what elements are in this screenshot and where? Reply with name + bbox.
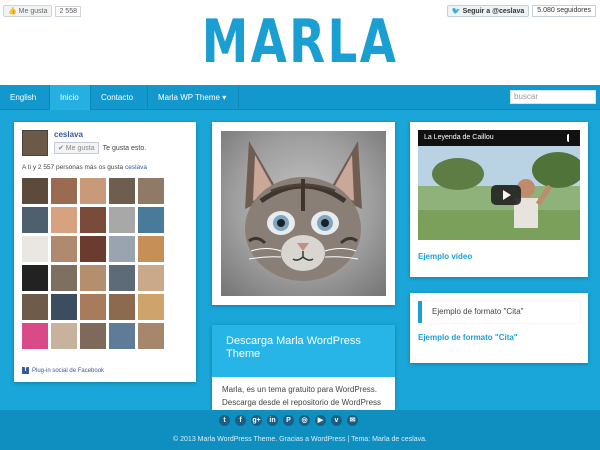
twitter-bird-icon: 🐦 [451, 8, 461, 15]
page-info: ceslava ✔ Me gusta Te gusta esto. [54, 130, 146, 156]
pinterest-icon[interactable]: P [283, 415, 294, 426]
search-input[interactable]: buscar [510, 90, 596, 104]
nav-item-english[interactable]: English [0, 85, 50, 110]
kitten-illustration [245, 141, 362, 281]
twitter-follower-count: 5.080 seguidores [532, 5, 596, 17]
twitter-icon[interactable]: t [219, 415, 230, 426]
fan-avatar[interactable] [51, 265, 77, 291]
top-header: 👍 Me gusta 2 558 MARLA 🐦 Seguir a @cesla… [0, 0, 600, 85]
fan-faces-grid [22, 178, 188, 349]
fan-avatar[interactable] [138, 323, 164, 349]
fan-avatar[interactable] [80, 294, 106, 320]
fan-avatar[interactable] [51, 323, 77, 349]
video-post-link[interactable]: Ejemplo vídeo [418, 252, 580, 261]
chevron-down-icon: ▾ [222, 93, 227, 102]
fan-avatar[interactable] [51, 207, 77, 233]
fan-avatar[interactable] [109, 294, 135, 320]
video-title[interactable]: La Leyenda de Caillou [424, 134, 494, 141]
facebook-like-box: ceslava ✔ Me gusta Te gusta esto. A ti y… [14, 122, 196, 382]
page-like-row: ✔ Me gusta Te gusta esto. [54, 142, 146, 154]
fan-count-link[interactable]: ceslava [125, 164, 147, 171]
facebook-icon: f [22, 367, 29, 374]
fan-avatar[interactable] [80, 178, 106, 204]
fan-avatar[interactable] [138, 236, 164, 262]
vimeo-icon[interactable]: v [331, 415, 342, 426]
page-avatar[interactable] [22, 130, 48, 156]
video-title-bar: La Leyenda de Caillou [418, 130, 580, 146]
video-post-card: La Leyenda de Caillou Ejemplo vídeo [410, 122, 588, 277]
google-plus-icon[interactable]: g+ [251, 415, 262, 426]
linkedin-icon[interactable]: in [267, 415, 278, 426]
main-navigation: English Inicio Contacto Marla WP Theme ▾… [0, 85, 600, 110]
page-like-button[interactable]: ✔ Me gusta [54, 142, 99, 154]
quote-post-card: Ejemplo de formato "Cita" Ejemplo de for… [410, 293, 588, 363]
plugin-label: Plug-in social de Facebook [32, 367, 105, 374]
fan-avatar[interactable] [22, 236, 48, 262]
youtube-icon[interactable]: ▶ [315, 415, 326, 426]
fan-avatar[interactable] [22, 178, 48, 204]
fan-avatar[interactable] [138, 207, 164, 233]
fan-avatar[interactable] [138, 265, 164, 291]
nav-item-contacto[interactable]: Contacto [91, 85, 148, 110]
thumbs-up-icon: 👍 [8, 8, 17, 15]
image-post-card[interactable] [212, 122, 395, 305]
fan-avatar[interactable] [80, 236, 106, 262]
fan-avatar[interactable] [109, 323, 135, 349]
fan-avatar[interactable] [109, 207, 135, 233]
twitter-follow-button[interactable]: 🐦 Seguir a @ceslava [446, 5, 530, 17]
instagram-icon[interactable]: ◎ [299, 415, 310, 426]
nav-item-marla-wp-theme[interactable]: Marla WP Theme ▾ [148, 85, 239, 110]
facebook-icon[interactable]: f [235, 415, 246, 426]
fan-avatar[interactable] [109, 236, 135, 262]
post-title-link[interactable]: Descarga Marla WordPress Theme [212, 325, 395, 377]
facebook-page-header: ceslava ✔ Me gusta Te gusta esto. [22, 130, 188, 156]
fan-avatar[interactable] [22, 265, 48, 291]
fan-avatar[interactable] [109, 178, 135, 204]
fan-count-label: A ti y 2 557 personas más os gusta [22, 164, 124, 171]
copyright-text: © 2013 Marla WordPress Theme. Gracias a … [173, 436, 427, 443]
email-icon[interactable]: ✉ [347, 415, 358, 426]
facebook-plugin-footer[interactable]: f Plug-in social de Facebook [22, 367, 104, 374]
fan-avatar[interactable] [22, 323, 48, 349]
page-like-text: Te gusta esto. [102, 144, 147, 152]
facebook-like-button[interactable]: 👍 Me gusta [3, 5, 53, 17]
quote-block: Ejemplo de formato "Cita" [418, 301, 580, 323]
post-card: Descarga Marla WordPress Theme Marla, es… [212, 325, 395, 410]
page-name-link[interactable]: ceslava [54, 130, 146, 139]
kitten-image[interactable] [221, 131, 386, 296]
fan-avatar[interactable] [80, 323, 106, 349]
social-links: t f g+ in P ◎ ▶ v ✉ [219, 415, 358, 426]
post-excerpt: Marla, es un tema gratuito para WordPres… [222, 385, 382, 407]
fan-avatar[interactable] [51, 294, 77, 320]
nav-item-inicio[interactable]: Inicio [50, 85, 91, 110]
fan-avatar[interactable] [138, 178, 164, 204]
nav-item-label: Marla WP Theme [158, 93, 220, 102]
fan-count-text: A ti y 2 557 personas más os gusta cesla… [22, 164, 188, 171]
fan-avatar[interactable] [80, 207, 106, 233]
play-button-icon[interactable] [491, 185, 521, 205]
fan-avatar[interactable] [22, 207, 48, 233]
share-icon[interactable] [567, 134, 574, 142]
quote-post-link[interactable]: Ejemplo de formato "Cita" [418, 333, 580, 342]
fan-avatar[interactable] [109, 265, 135, 291]
site-footer: t f g+ in P ◎ ▶ v ✉ © 2013 Marla WordPress Theme… [0, 410, 600, 450]
fan-avatar[interactable] [51, 236, 77, 262]
video-player[interactable]: La Leyenda de Caillou [418, 130, 580, 240]
fan-avatar[interactable] [138, 294, 164, 320]
fan-avatar[interactable] [22, 294, 48, 320]
fan-avatar[interactable] [51, 178, 77, 204]
fan-avatar[interactable] [80, 265, 106, 291]
twitter-follow-widget: 🐦 Seguir a @ceslava 5.080 seguidores [446, 5, 596, 17]
